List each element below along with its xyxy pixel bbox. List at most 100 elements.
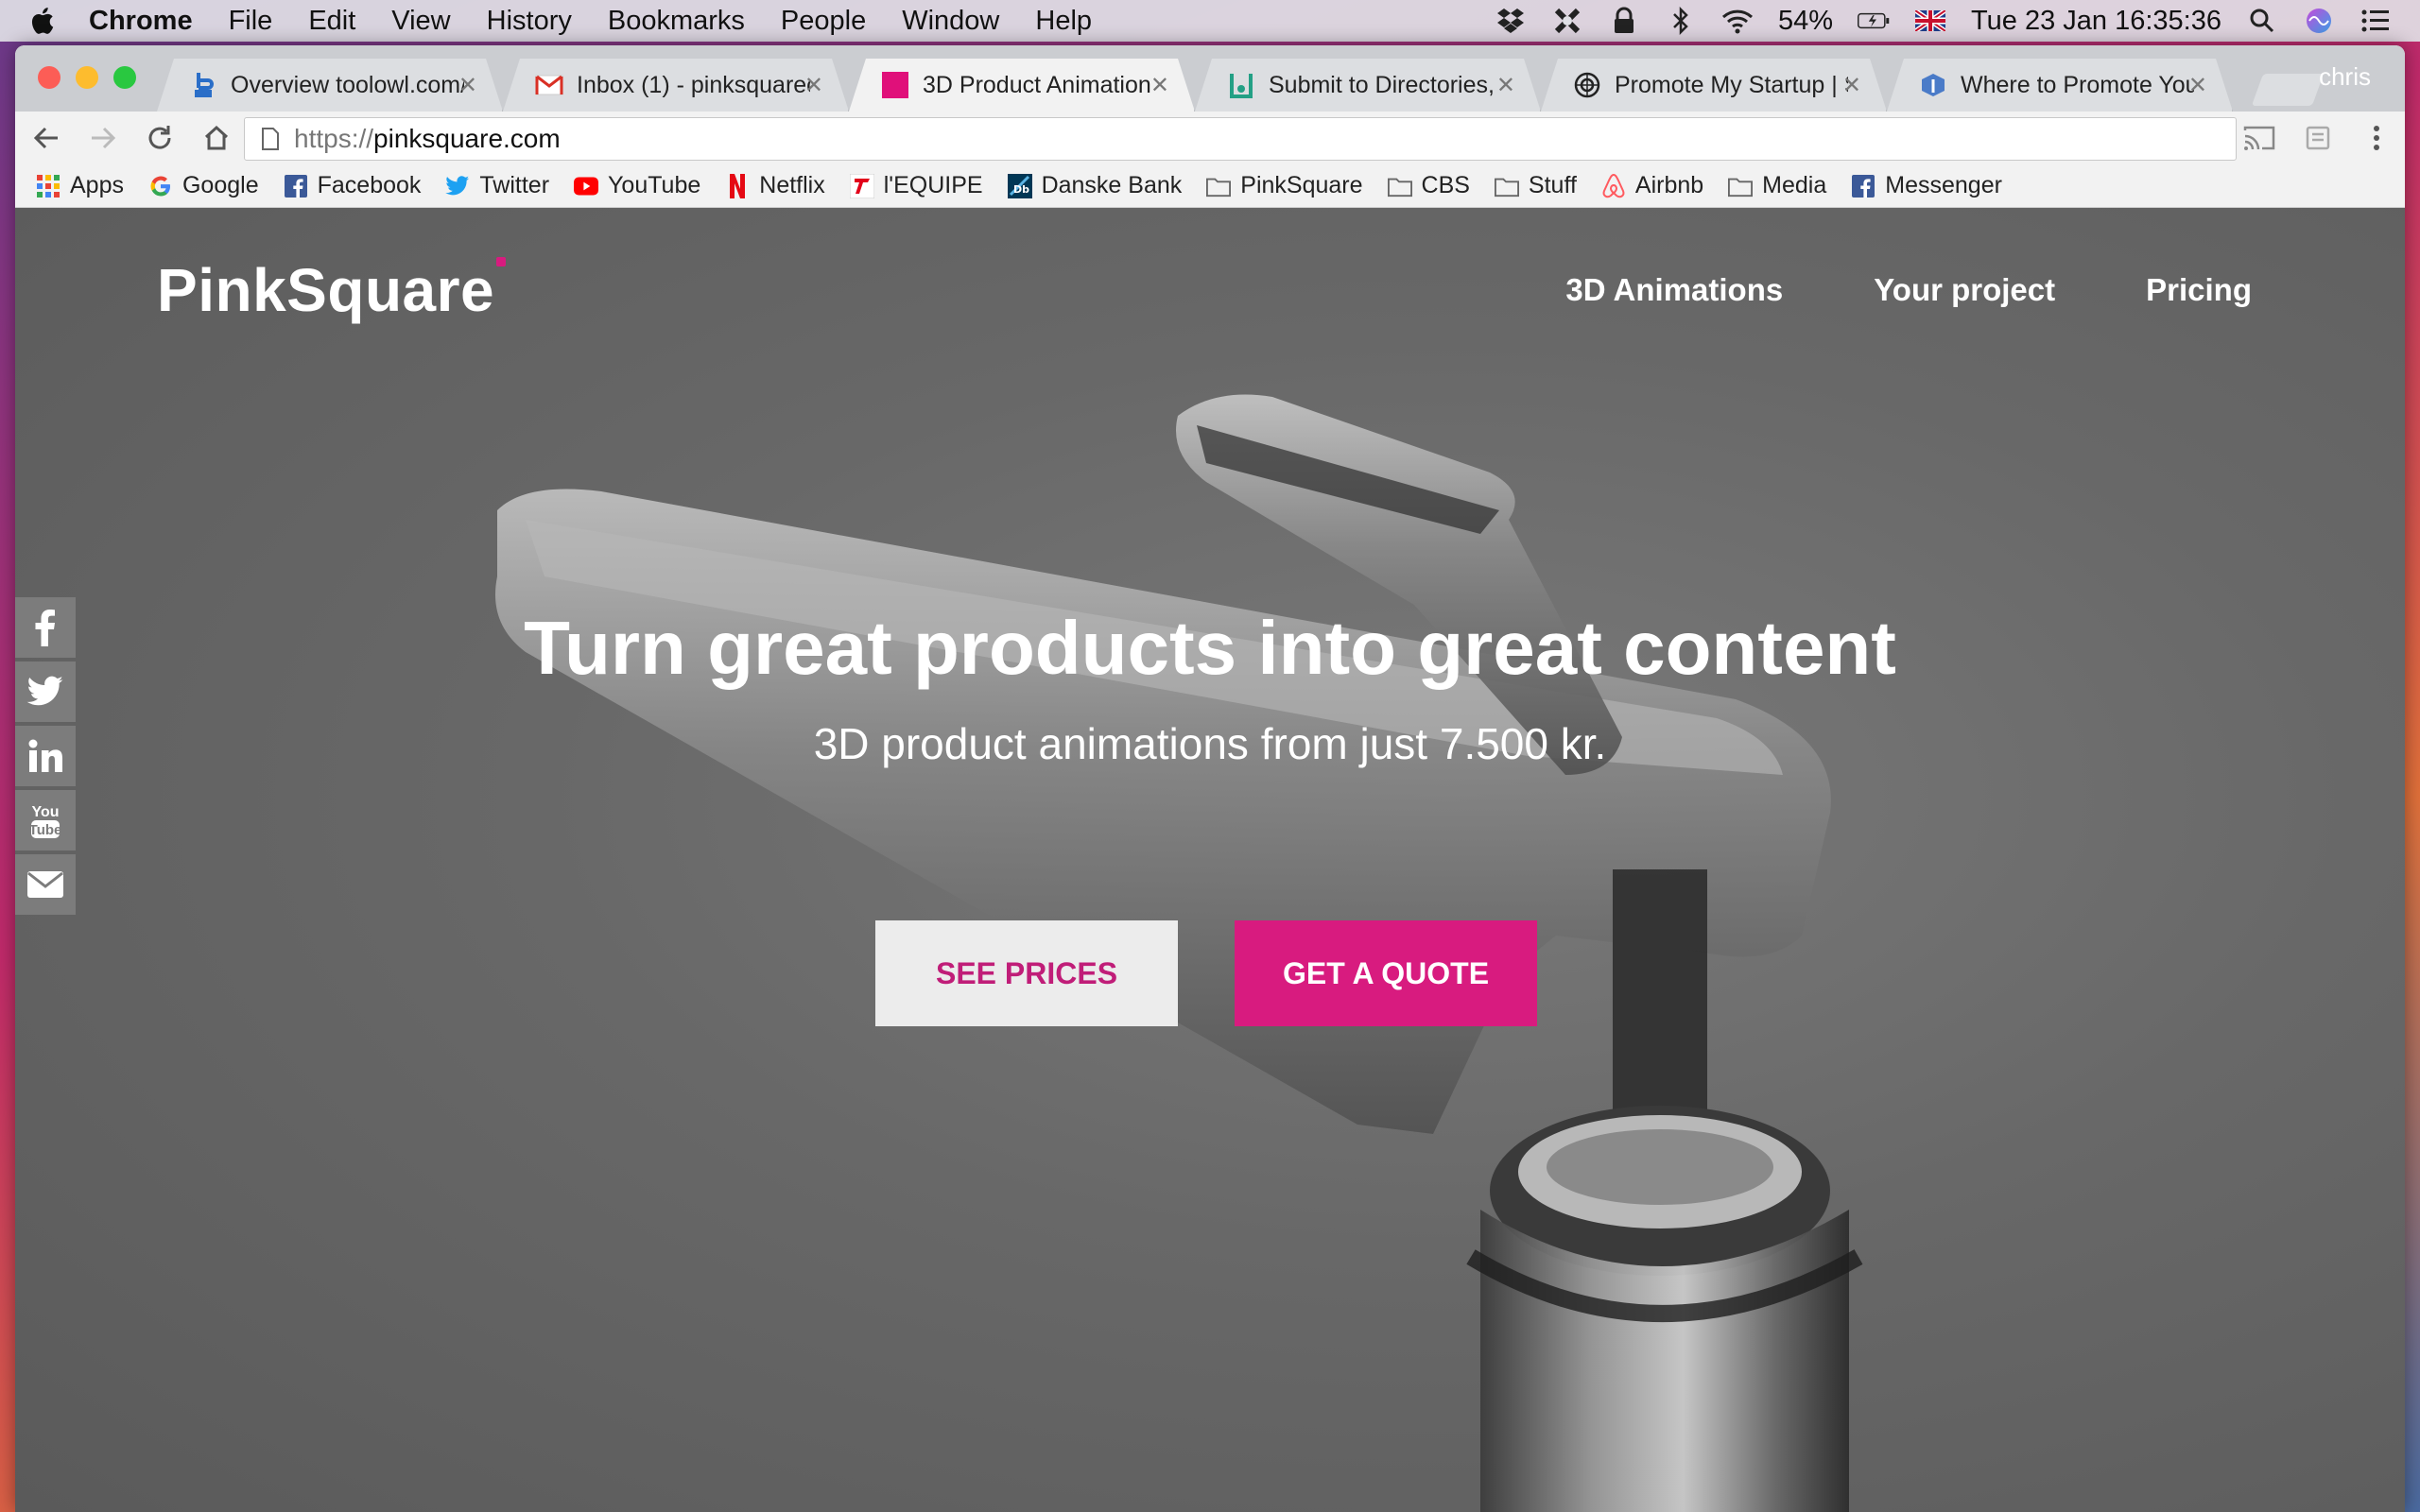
chrome-window: Overview toolowl.com/ ✕ Inbox (1) - pink… [15,45,2405,1512]
bookmark-twitter[interactable]: Twitter [445,172,549,199]
bookmark-danske-bank[interactable]: Db Danske Bank [1007,172,1182,199]
minimize-window-button[interactable] [76,66,98,89]
svg-text:You: You [31,804,59,820]
siri-icon[interactable] [2303,7,2335,35]
new-tab-button[interactable] [2251,74,2325,106]
close-tab-icon[interactable]: ✕ [1150,72,1169,99]
youtube-share-icon[interactable]: You Tube [15,790,76,850]
nav-3d-animations[interactable]: 3D Animations [1565,272,1783,308]
home-button[interactable] [191,114,242,162]
menu-help[interactable]: Help [1035,6,1092,37]
close-tab-icon[interactable]: ✕ [2188,72,2207,99]
tab-promote-startup[interactable]: Promote My Startup | S ✕ [1541,59,1887,112]
menu-view[interactable]: View [391,6,450,37]
forward-button[interactable] [78,114,129,162]
apple-icon[interactable] [28,6,55,36]
address-bar[interactable]: https:// pinksquare.com [244,117,2237,161]
nav-your-project[interactable]: Your project [1874,272,2055,308]
battery-icon[interactable] [1858,7,1890,35]
tab-pinksquare[interactable]: 3D Product Animation ✕ [849,59,1195,112]
tabs: Overview toolowl.com/ ✕ Inbox (1) - pink… [157,59,2233,112]
twitter-icon [445,174,470,198]
airbnb-icon [1601,173,1626,198]
folder-icon [1494,174,1519,198]
svg-text:Db: Db [1013,183,1029,196]
close-tab-icon[interactable]: ✕ [1842,72,1861,99]
bookmark-youtube[interactable]: YouTube [574,172,700,199]
pinksquare-homepage: PinkSquare 3D Animations Your project Pr… [15,208,2405,1512]
promote-icon [1919,71,1947,99]
hero-subtitle: 3D product animations from just 7.500 kr… [813,719,1607,768]
bookmark-facebook[interactable]: Facebook [284,172,421,199]
bookmark-google[interactable]: Google [148,172,259,199]
close-tab-icon[interactable]: ✕ [458,72,477,99]
chrome-menu-icon[interactable] [2358,119,2395,157]
wifi-icon[interactable] [1721,7,1754,35]
get-a-quote-button[interactable]: GET A QUOTE [1235,920,1537,1026]
window-controls [38,66,136,89]
battery-percent: 54% [1777,5,1834,36]
notification-center-icon[interactable] [2360,7,2392,35]
tool-app-icon[interactable] [1551,7,1583,35]
danske-bank-icon: Db [1007,173,1032,198]
nav-pricing[interactable]: Pricing [2146,272,2252,308]
bookmark-apps[interactable]: Apps [36,172,124,199]
svg-text:Tube: Tube [29,822,61,838]
bookmark-folder-stuff[interactable]: Stuff [1494,172,1577,199]
facebook-share-icon[interactable] [15,597,76,658]
bookmark-netflix[interactable]: Netflix [725,172,825,199]
logo-pink-dot [496,257,507,266]
profile-name[interactable]: chris [2319,62,2371,92]
menu-app-name[interactable]: Chrome [89,6,193,37]
browser-toolbar: https:// pinksquare.com [15,112,2405,164]
page-info-icon[interactable] [260,127,281,151]
close-tab-icon[interactable]: ✕ [1496,72,1515,99]
linkedin-share-icon[interactable] [15,726,76,786]
folder-icon [1206,174,1232,198]
clock[interactable]: Tue 23 Jan 16:35:36 [1971,6,2221,37]
back-button[interactable] [21,114,72,162]
facebook-icon [284,174,308,198]
menu-people[interactable]: People [781,6,866,37]
url-host: pinksquare.com [373,124,561,153]
close-window-button[interactable] [38,66,60,89]
bookmark-folder-media[interactable]: Media [1728,172,1826,199]
close-tab-icon[interactable]: ✕ [804,72,823,99]
twitter-share-icon[interactable] [15,662,76,722]
bookmark-folder-cbs[interactable]: CBS [1387,172,1470,199]
facebook-icon [1851,174,1876,198]
macos-menubar: Chrome File Edit View History Bookmarks … [0,0,2420,42]
bookmark-lequipe[interactable]: l'EQUIPE [849,172,983,199]
tab-strip: Overview toolowl.com/ ✕ Inbox (1) - pink… [15,45,2405,112]
url-scheme: https:// [294,124,374,153]
cast-icon[interactable] [2240,119,2278,157]
pinksquare-logo[interactable]: PinkSquare [157,255,507,325]
menu-file[interactable]: File [229,6,273,37]
dropbox-icon[interactable] [1495,7,1527,35]
status-area: 54% Tue 23 Jan 16:35:36 [1495,6,2392,37]
bookmark-messenger[interactable]: Messenger [1851,172,2002,199]
tab-toolowl[interactable]: Overview toolowl.com/ ✕ [157,59,503,112]
reload-button[interactable] [134,114,185,162]
see-prices-button[interactable]: SEE PRICES [875,920,1178,1026]
bookmark-folder-pinksquare[interactable]: PinkSquare [1206,172,1363,199]
menu-bookmarks[interactable]: Bookmarks [608,6,745,37]
menu-window[interactable]: Window [902,6,999,37]
apps-grid-icon [36,174,60,198]
lock-icon[interactable] [1608,7,1640,35]
menu-history[interactable]: History [487,6,572,37]
folder-icon [1728,174,1754,198]
tab-gmail[interactable]: Inbox (1) - pinksquarec ✕ [503,59,849,112]
tab-directories[interactable]: Submit to Directories, ✕ [1195,59,1541,112]
tab-where-to-promote[interactable]: Where to Promote You ✕ [1887,59,2233,112]
spotlight-search-icon[interactable] [2246,7,2278,35]
uk-flag-icon[interactable] [1914,7,1946,35]
bookmark-airbnb[interactable]: Airbnb [1601,172,1703,199]
menu-edit[interactable]: Edit [308,6,355,37]
maximize-window-button[interactable] [113,66,136,89]
bluetooth-icon[interactable] [1665,7,1697,35]
email-share-icon[interactable] [15,854,76,915]
main-nav: 3D Animations Your project Pricing [1565,272,2252,308]
extension-icon[interactable] [2299,119,2337,157]
startup-icon [1573,71,1601,99]
